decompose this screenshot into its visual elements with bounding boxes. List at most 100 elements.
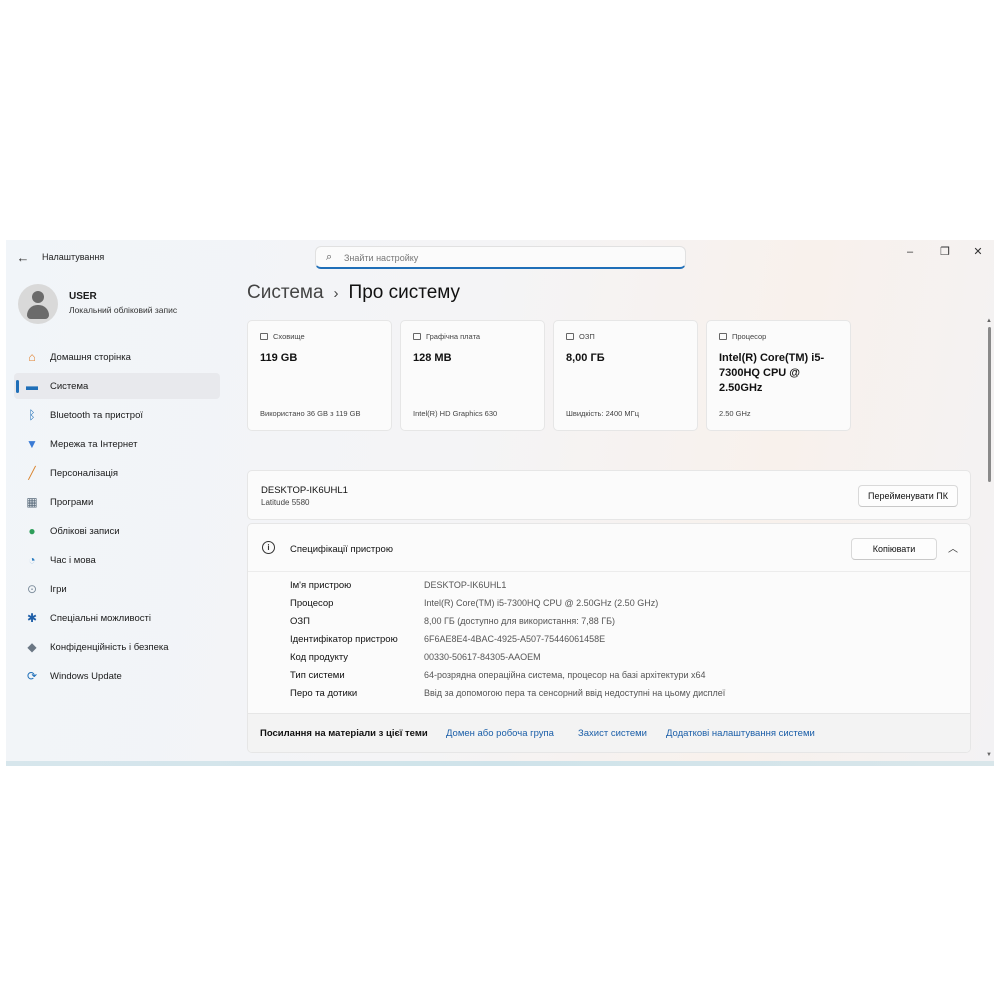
system-icon: ▬ — [26, 379, 38, 393]
link-domain-workgroup[interactable]: Домен або робоча група — [446, 728, 554, 739]
breadcrumb-separator-icon: › — [333, 285, 339, 302]
summary-card: Процесор Intel(R) Core(TM) i5-7300HQ CPU … — [706, 320, 851, 431]
link-system-protection[interactable]: Захист системи — [578, 728, 647, 739]
spec-value: Intel(R) Core(TM) i5-7300HQ CPU @ 2.50GH… — [424, 598, 659, 608]
summary-cards: Сховище 119 GB Використано 36 GB з 119 GB Г… — [247, 320, 967, 431]
pc-name-panel: DESKTOP-IK6UHL1 Latitude 5580 Перейменув… — [247, 470, 971, 520]
search-icon: ⌕ — [326, 251, 333, 263]
spec-value: DESKTOP-IK6UHL1 — [424, 580, 507, 590]
info-icon: i — [262, 541, 275, 554]
scroll-up-icon[interactable]: ▲ — [986, 318, 992, 324]
device-specs-table: Ім'я пристрою DESKTOP-IK6UHL1 Процесор Inte… — [290, 580, 960, 706]
search-box[interactable]: ⌕ — [315, 246, 686, 269]
sidebar-item-label: Bluetooth та пристрої — [50, 410, 143, 421]
device-specs-title: Специфікації пристрою — [290, 544, 393, 555]
pc-name: DESKTOP-IK6UHL1 — [261, 485, 348, 496]
pc-model: Latitude 5580 — [261, 498, 310, 507]
storage-icon — [260, 333, 268, 340]
brush-icon: ╱ — [28, 466, 36, 480]
card-title: ОЗП — [566, 332, 595, 341]
spec-row: Ім'я пристрою DESKTOP-IK6UHL1 — [290, 580, 960, 598]
user-account[interactable]: USER Локальний обліковий запис — [18, 284, 228, 324]
spec-value: 00330-50617-84305-AAOEM — [424, 652, 541, 662]
scroll-down-icon[interactable]: ▼ — [986, 752, 992, 758]
sidebar-item-5[interactable]: ▦ Програми — [14, 489, 220, 515]
scroll-thumb[interactable] — [988, 327, 991, 482]
card-title: Сховище — [260, 332, 305, 341]
sidebar-item-label: Програми — [50, 497, 94, 508]
minimize-icon[interactable]: – — [898, 244, 922, 260]
sidebar-item-label: Спеціальні можливості — [50, 613, 151, 624]
avatar — [18, 284, 58, 324]
title-bar: ← Налаштування ⌕ – ❐ ✕ — [6, 240, 994, 276]
bluetooth-icon: ᛒ — [28, 408, 36, 422]
card-title-text: Графічна плата — [426, 332, 481, 341]
maximize-icon[interactable]: ❐ — [933, 244, 957, 260]
windows-update-icon: ⟳ — [26, 669, 38, 683]
back-arrow-icon[interactable]: ← — [14, 249, 32, 267]
sidebar-item-label: Домашня сторінка — [50, 352, 131, 363]
spec-label: Тип системи — [290, 670, 345, 681]
related-links-title: Посилання на матеріали з цієї теми — [260, 728, 428, 739]
card-title-text: ОЗП — [579, 332, 595, 341]
copy-button[interactable]: Копіювати — [851, 538, 937, 560]
ram-icon — [566, 333, 574, 340]
card-value: 128 MB — [413, 352, 452, 364]
search-input[interactable] — [344, 250, 664, 265]
sidebar-item-8[interactable]: ⊙ Ігри — [14, 576, 220, 602]
gamepad-icon: ⊙ — [26, 582, 38, 596]
sidebar-item-10[interactable]: ◆ Конфіденційність і безпека — [14, 634, 220, 660]
card-title: Графічна плата — [413, 332, 480, 341]
card-title-text: Сховище — [273, 332, 305, 341]
spec-row: ОЗП 8,00 ГБ (доступно для використання: 7… — [290, 616, 960, 634]
breadcrumb: Система › Про систему — [247, 282, 460, 304]
network-icon: ▼ — [26, 437, 38, 451]
chevron-up-icon[interactable]: ︿ — [948, 540, 958, 555]
apps-icon: ▦ — [26, 495, 38, 509]
spec-label: Ім'я пристрою — [290, 580, 352, 591]
card-detail: Швидкість: 2400 МГц — [566, 409, 640, 418]
sidebar-item-4[interactable]: ╱ Персоналізація — [14, 460, 220, 486]
sidebar-item-7[interactable]: ◔ Час і мова — [14, 547, 220, 573]
scrollbar[interactable]: ▲ ▼ — [986, 318, 992, 758]
spec-row: Перо та дотики Ввід за допомогою пера та … — [290, 688, 960, 706]
sidebar-item-6[interactable]: ● Облікові записи — [14, 518, 220, 544]
breadcrumb-parent[interactable]: Система — [247, 282, 324, 303]
sidebar-item-11[interactable]: ⟳ Windows Update — [14, 663, 220, 689]
sidebar-item-9[interactable]: ✱ Спеціальні можливості — [14, 605, 220, 631]
spec-row: Процесор Intel(R) Core(TM) i5-7300HQ CPU … — [290, 598, 960, 616]
cpu-icon — [719, 333, 727, 340]
spec-value: Ввід за допомогою пера та сенсорний ввід… — [424, 688, 726, 698]
spec-label: Ідентифікатор пристрою — [290, 634, 398, 645]
sidebar-item-label: Система — [50, 381, 89, 392]
accessibility-icon: ✱ — [26, 611, 38, 625]
spec-label: ОЗП — [290, 616, 310, 627]
link-advanced-system-settings[interactable]: Додаткові налаштування системи — [666, 728, 815, 739]
time-language-icon: ◔ — [28, 553, 36, 567]
sidebar-item-1[interactable]: ▬ Система — [14, 373, 220, 399]
spec-value: 8,00 ГБ (доступно для використання: 7,88… — [424, 616, 616, 626]
spec-label: Перо та дотики — [290, 688, 358, 699]
close-icon[interactable]: ✕ — [966, 244, 990, 260]
taskbar-edge — [6, 761, 994, 766]
card-title: Процесор — [719, 332, 766, 341]
gpu-icon — [413, 333, 421, 340]
sidebar-item-label: Ігри — [50, 584, 67, 595]
sidebar-item-2[interactable]: ᛒ Bluetooth та пристрої — [14, 402, 220, 428]
settings-window: ← Налаштування ⌕ – ❐ ✕ USER Локальний об… — [6, 240, 994, 766]
user-name: USER — [69, 291, 97, 302]
card-title-text: Процесор — [732, 332, 767, 341]
sidebar-item-label: Windows Update — [50, 671, 122, 682]
spec-row: Код продукту 00330-50617-84305-AAOEM — [290, 652, 960, 670]
sidebar-item-0[interactable]: ⌂ Домашня сторінка — [14, 344, 220, 370]
sidebar-item-label: Конфіденційність і безпека — [50, 642, 169, 653]
active-indicator — [16, 380, 19, 393]
device-specs-header[interactable]: i Специфікації пристрою Копіювати ︿ — [248, 524, 970, 572]
home-icon: ⌂ — [28, 350, 36, 364]
summary-card: Сховище 119 GB Використано 36 GB з 119 GB — [247, 320, 392, 431]
sidebar-item-3[interactable]: ▼ Мережа та Інтернет — [14, 431, 220, 457]
rename-pc-button[interactable]: Перейменувати ПК — [857, 485, 958, 507]
sidebar-nav: ⌂ Домашня сторінка ▬ Система ᛒ Bluetooth та п… — [14, 344, 220, 692]
sidebar-item-label: Персоналізація — [50, 468, 119, 479]
spec-value: 64-розрядна операційна система, процесор… — [424, 670, 706, 680]
